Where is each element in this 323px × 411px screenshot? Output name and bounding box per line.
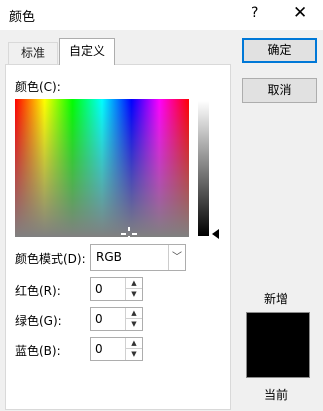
color-spectrum[interactable]: [15, 99, 189, 237]
ok-button[interactable]: 确定: [242, 38, 317, 63]
chevron-down-icon[interactable]: ﹀: [168, 245, 185, 270]
red-spin-buttons: ▲ ▼: [125, 278, 142, 300]
help-button[interactable]: ?: [251, 5, 258, 21]
green-value[interactable]: 0: [95, 312, 103, 326]
tab-standard[interactable]: 标准: [8, 42, 58, 66]
color-preview-swatch: [246, 312, 310, 378]
cancel-button[interactable]: 取消: [242, 78, 317, 103]
red-stepper[interactable]: 0 ▲ ▼: [90, 277, 143, 301]
color-mode-select[interactable]: RGB ﹀: [90, 244, 186, 271]
tab-custom[interactable]: 自定义: [59, 38, 115, 65]
green-stepper[interactable]: 0 ▲ ▼: [90, 307, 143, 331]
crosshair-icon[interactable]: [119, 227, 139, 241]
blue-stepper[interactable]: 0 ▲ ▼: [90, 337, 143, 361]
red-label: 红色(R):: [15, 284, 61, 298]
colors-label: 颜色(C):: [15, 80, 61, 94]
spin-up-icon[interactable]: ▲: [126, 278, 142, 289]
red-value[interactable]: 0: [95, 282, 103, 296]
spin-down-icon[interactable]: ▼: [126, 349, 142, 360]
green-label: 绿色(G):: [15, 314, 62, 328]
blue-label: 蓝色(B):: [15, 344, 61, 358]
spin-down-icon[interactable]: ▼: [126, 319, 142, 330]
luminance-slider[interactable]: [198, 101, 209, 236]
new-color-label: 新增: [264, 292, 289, 306]
spin-up-icon[interactable]: ▲: [126, 308, 142, 319]
color-mode-label: 颜色模式(D):: [15, 252, 86, 266]
blue-spin-buttons: ▲ ▼: [125, 338, 142, 360]
title-bar: 颜色 ? ✕: [0, 0, 323, 30]
spin-up-icon[interactable]: ▲: [126, 338, 142, 349]
blue-value[interactable]: 0: [95, 342, 103, 356]
spin-down-icon[interactable]: ▼: [126, 289, 142, 300]
close-button[interactable]: ✕: [293, 4, 307, 22]
window-title: 颜色: [9, 10, 36, 25]
color-mode-value: RGB: [96, 250, 122, 264]
current-color-label: 当前: [264, 388, 289, 402]
green-spin-buttons: ▲ ▼: [125, 308, 142, 330]
luminance-arrow-icon[interactable]: [212, 229, 219, 239]
